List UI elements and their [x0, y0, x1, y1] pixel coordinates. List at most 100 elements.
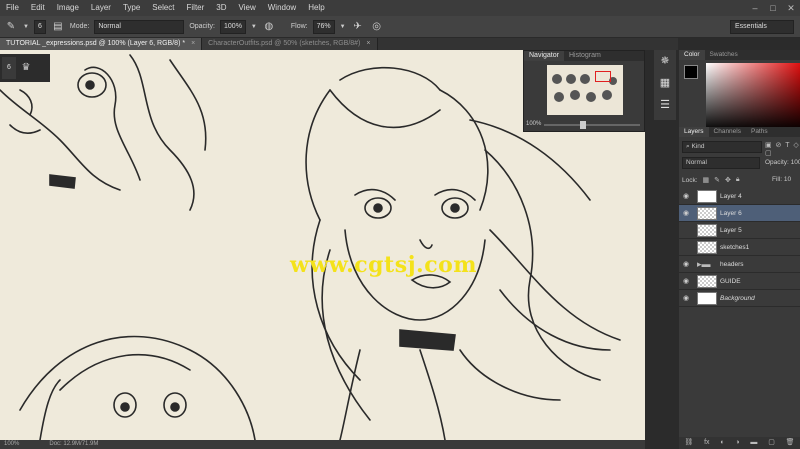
- layer-thumbnail: [697, 240, 717, 254]
- histogram-icon[interactable]: ▦: [660, 72, 670, 94]
- layers-panel-tabs: Layers Channels Paths: [679, 127, 800, 137]
- menu-edit[interactable]: Edit: [25, 0, 51, 16]
- workspace-select[interactable]: Essentials: [730, 20, 794, 34]
- navigator-zoom[interactable]: 100%: [526, 121, 541, 127]
- tab-navigator[interactable]: Navigator: [524, 51, 564, 61]
- flow-input[interactable]: 76%: [312, 19, 335, 34]
- menu-file[interactable]: File: [0, 0, 25, 16]
- tab-tutorial-expressions[interactable]: TUTORIAL _expressions.psd @ 100% (Layer …: [0, 38, 203, 50]
- menu-image[interactable]: Image: [51, 0, 85, 16]
- chevron-down-icon[interactable]: ▼: [340, 24, 346, 30]
- tab-label: CharacterOutfits.psd @ 50% (sketches, RG…: [208, 40, 361, 47]
- tab-swatches[interactable]: Swatches: [705, 50, 743, 60]
- navigator-tabs: Navigator Histogram: [524, 51, 644, 61]
- zoom-slider-handle[interactable]: [580, 121, 586, 129]
- zoom-slider[interactable]: [544, 121, 640, 129]
- panel-icon-strip: ✵ ▦ ☰: [654, 50, 676, 120]
- maximize-icon[interactable]: □: [764, 0, 782, 16]
- layer-row[interactable]: ◉ GUIDE: [679, 273, 800, 290]
- pressure-size-icon[interactable]: ◎: [370, 20, 384, 34]
- status-doc-size: Doc: 12.9M/71.9M: [49, 441, 99, 447]
- layer-row[interactable]: ◉ Layer 5: [679, 222, 800, 239]
- layer-thumbnail: [697, 274, 717, 288]
- pressure-opacity-icon[interactable]: ◍: [262, 20, 276, 34]
- minimize-icon[interactable]: –: [746, 0, 764, 16]
- brush-panel-icon[interactable]: ▤: [51, 20, 65, 34]
- close-icon[interactable]: ✕: [782, 0, 800, 16]
- trash-icon[interactable]: 🗑︎: [786, 437, 795, 449]
- lock-all-icon[interactable]: 🔒︎: [736, 176, 740, 184]
- blend-mode-select[interactable]: Normal: [682, 157, 760, 169]
- color-picker-field[interactable]: [706, 63, 800, 131]
- tab-channels[interactable]: Channels: [709, 127, 746, 137]
- lock-position-icon[interactable]: ✥: [725, 176, 731, 184]
- menu-help[interactable]: Help: [302, 0, 330, 16]
- menu-layer[interactable]: Layer: [85, 0, 117, 16]
- status-zoom[interactable]: 100%: [4, 440, 19, 449]
- menu-window[interactable]: Window: [262, 0, 302, 16]
- tab-histogram[interactable]: Histogram: [564, 51, 606, 61]
- menu-view[interactable]: View: [233, 0, 262, 16]
- visibility-eye-icon[interactable]: ◉: [679, 226, 693, 234]
- tab-color[interactable]: Color: [679, 50, 705, 60]
- brush-preset-icon[interactable]: ♛: [19, 57, 33, 79]
- close-icon[interactable]: ×: [366, 40, 370, 47]
- lock-pixels-icon[interactable]: ✎: [714, 176, 720, 184]
- visibility-eye-icon[interactable]: ◉: [679, 277, 693, 285]
- visibility-eye-icon[interactable]: ◉: [679, 260, 693, 268]
- layer-opacity-input[interactable]: 100: [791, 159, 800, 166]
- layer-opacity-label: Opacity:: [765, 159, 789, 166]
- navigator-thumbnail[interactable]: [547, 65, 623, 115]
- tab-label: TUTORIAL _expressions.psd @ 100% (Layer …: [6, 40, 186, 47]
- opacity-input[interactable]: 100%: [220, 19, 246, 34]
- tab-character-outfits[interactable]: CharacterOutfits.psd @ 50% (sketches, RG…: [202, 38, 378, 50]
- navigator-icon[interactable]: ✵: [660, 50, 669, 72]
- fx-icon[interactable]: fx: [704, 437, 709, 449]
- link-icon[interactable]: ⛓: [684, 437, 693, 449]
- brush-size-picker[interactable]: 6: [33, 19, 46, 34]
- foreground-color-swatch[interactable]: [684, 65, 698, 79]
- menu-select[interactable]: Select: [146, 0, 180, 16]
- layer-thumbnail: [697, 291, 717, 305]
- layer-row[interactable]: ◉ sketches1: [679, 239, 800, 256]
- chevron-down-icon[interactable]: ▼: [23, 24, 29, 30]
- flow-label: Flow:: [290, 23, 308, 30]
- layer-row[interactable]: ◉ ▸▬ headers: [679, 256, 800, 273]
- visibility-eye-icon[interactable]: ◉: [679, 209, 693, 217]
- view-proxy-rectangle[interactable]: [595, 71, 611, 82]
- opacity-label: Opacity:: [189, 23, 216, 30]
- close-icon[interactable]: ×: [191, 40, 195, 47]
- mask-icon[interactable]: ◐: [720, 437, 724, 449]
- layer-opacity: Opacity: 100: [765, 159, 800, 166]
- menu-3d[interactable]: 3D: [210, 0, 232, 16]
- tab-layers[interactable]: Layers: [679, 127, 709, 137]
- menu-type[interactable]: Type: [117, 0, 146, 16]
- layer-filter-select[interactable]: ⌕ Kind: [682, 141, 762, 153]
- lock-transparent-icon[interactable]: ▦: [703, 176, 710, 184]
- adjustments-icon[interactable]: ☰: [660, 94, 670, 116]
- fill-input[interactable]: 10: [784, 176, 791, 183]
- visibility-eye-icon[interactable]: ◉: [679, 192, 693, 200]
- new-layer-icon[interactable]: ▢: [768, 437, 775, 449]
- brush-size-display: 6: [2, 57, 16, 79]
- filter-icons[interactable]: ▣ ⊘ T ◇ ▢: [765, 141, 800, 157]
- layer-row[interactable]: ◉ Background: [679, 290, 800, 307]
- chevron-down-icon[interactable]: ▼: [251, 24, 257, 30]
- tab-paths[interactable]: Paths: [746, 127, 773, 137]
- airbrush-icon[interactable]: ✈: [351, 20, 365, 34]
- visibility-eye-icon[interactable]: ◉: [679, 243, 693, 251]
- brush-tool-icon[interactable]: ✎: [4, 20, 18, 34]
- adjustment-icon[interactable]: ◑: [735, 437, 739, 449]
- layer-name: headers: [720, 260, 744, 268]
- mode-select[interactable]: Normal: [94, 19, 185, 34]
- layer-row[interactable]: ◉ Layer 4: [679, 188, 800, 205]
- right-panel: Color Swatches Layers Channels Paths ⌕ K…: [679, 50, 800, 449]
- layer-row[interactable]: ◉ Layer 6: [679, 205, 800, 222]
- folder-icon[interactable]: ▸▬: [697, 259, 717, 270]
- menu-filter[interactable]: Filter: [181, 0, 211, 16]
- color-panel-tabs: Color Swatches: [679, 50, 800, 60]
- new-group-icon[interactable]: ▬: [750, 437, 757, 449]
- visibility-eye-icon[interactable]: ◉: [679, 294, 693, 302]
- fill-label: Fill:: [772, 176, 783, 183]
- options-bar: ✎ ▼ 6 ▤ Mode: Normal Opacity: 100% ▼ ◍ F…: [0, 16, 800, 38]
